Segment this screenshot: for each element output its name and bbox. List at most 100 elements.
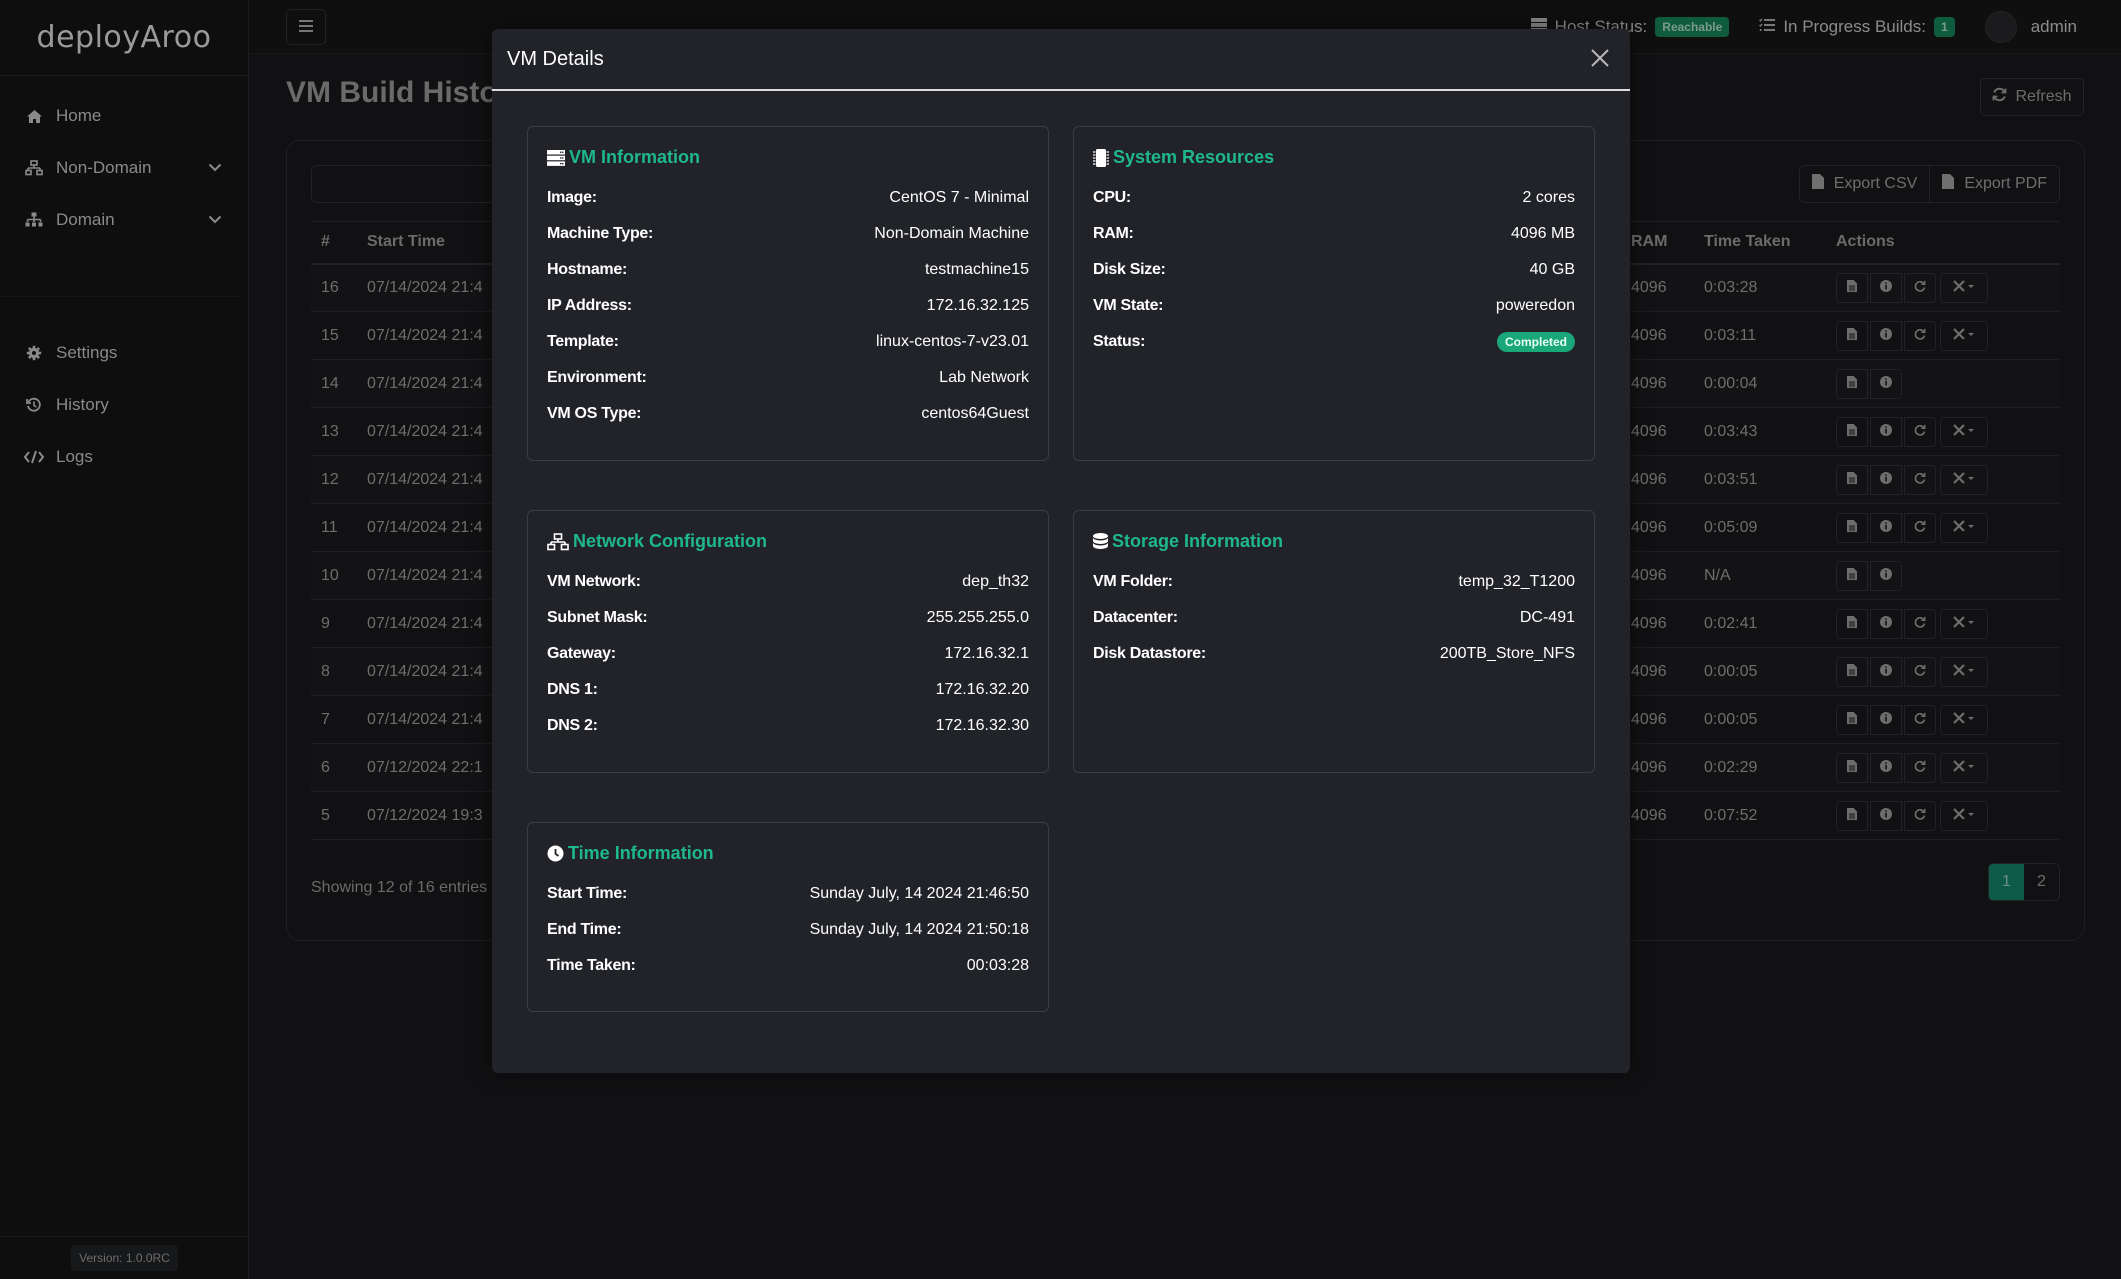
info-button[interactable] (1870, 656, 1902, 687)
detail-label: Environment: (547, 369, 647, 386)
view-log-button[interactable] (1836, 608, 1868, 639)
pdf-file-icon (1942, 174, 1955, 194)
tools-dropdown-button[interactable] (1940, 320, 1988, 351)
info-button[interactable] (1870, 800, 1902, 831)
info-button[interactable] (1870, 272, 1902, 303)
view-log-button[interactable] (1836, 416, 1868, 447)
info-icon (1880, 568, 1892, 583)
page-2-button[interactable]: 2 (2024, 864, 2059, 900)
detail-value: 00:03:28 (966, 957, 1029, 974)
view-log-button[interactable] (1836, 368, 1868, 399)
detail-label: CPU: (1093, 189, 1131, 206)
info-button[interactable] (1870, 560, 1902, 591)
time-rows: Start Time: Sunday July, 14 2024 21:46:50… (547, 876, 1029, 984)
card-title: System Resources (1093, 147, 1575, 168)
menu-toggle-button[interactable] (286, 9, 326, 45)
view-log-icon (1847, 280, 1857, 295)
detail-value: centos64Guest (921, 405, 1029, 422)
view-log-icon (1847, 616, 1857, 631)
rebuild-button[interactable] (1904, 512, 1936, 543)
code-icon (24, 450, 44, 464)
info-button[interactable] (1870, 416, 1902, 447)
info-button[interactable] (1870, 320, 1902, 351)
info-button[interactable] (1870, 464, 1902, 495)
cell-time-taken: 0:05:09 (1694, 503, 1826, 552)
tools-dropdown-button[interactable] (1940, 608, 1988, 639)
view-log-button[interactable] (1836, 512, 1868, 543)
tools-dropdown-button[interactable] (1940, 800, 1988, 831)
rebuild-button[interactable] (1904, 800, 1936, 831)
network-icon (547, 532, 569, 551)
hamburger-icon (298, 17, 314, 38)
cell-time-taken: 0:02:41 (1694, 599, 1826, 648)
sidebar-item-logs[interactable]: Logs (0, 431, 248, 483)
rebuild-button[interactable] (1904, 416, 1936, 447)
page-1-button[interactable]: 1 (1989, 864, 2024, 900)
chevron-down-icon[interactable] (208, 161, 222, 175)
info-icon (1880, 616, 1892, 631)
view-log-button[interactable] (1836, 800, 1868, 831)
tools-dropdown-button[interactable] (1940, 656, 1988, 687)
export-csv-button[interactable]: Export CSV (1800, 166, 1930, 202)
sidebar-item-settings[interactable]: Settings (0, 327, 248, 379)
sidebar-item-home[interactable]: Home (0, 90, 248, 142)
view-log-button[interactable] (1836, 704, 1868, 735)
sidebar-item-label: Domain (56, 210, 115, 229)
info-button[interactable] (1870, 704, 1902, 735)
close-button[interactable] (1585, 44, 1615, 74)
chevron-down-icon[interactable] (208, 213, 222, 227)
view-log-button[interactable] (1836, 272, 1868, 303)
time-information-card: Time Information Start Time: Sunday July,… (527, 822, 1049, 1012)
info-icon (1880, 712, 1892, 727)
view-log-button[interactable] (1836, 752, 1868, 783)
rebuild-button[interactable] (1904, 704, 1936, 735)
detail-row: Gateway: 172.16.32.1 (547, 636, 1029, 672)
cell-time-taken: 0:03:43 (1694, 407, 1826, 456)
detail-value: linux-centos-7-v23.01 (876, 333, 1029, 350)
info-button[interactable] (1870, 368, 1902, 399)
rebuild-button[interactable] (1904, 320, 1936, 351)
tools-dropdown-button[interactable] (1940, 272, 1988, 303)
rebuild-button[interactable] (1904, 656, 1936, 687)
card-title-text: Storage Information (1112, 531, 1284, 551)
tools-dropdown-button[interactable] (1940, 464, 1988, 495)
app-root: deployAroo Home Non-Domain Domain Settin… (0, 0, 2121, 1279)
cell-ram: 4096 (1621, 311, 1694, 360)
row-actions (1836, 560, 1902, 591)
rebuild-button[interactable] (1904, 272, 1936, 303)
sidebar-item-non-domain[interactable]: Non-Domain (0, 142, 248, 194)
tools-dropdown-button[interactable] (1940, 416, 1988, 447)
view-log-icon (1847, 808, 1857, 823)
sidebar-item-domain[interactable]: Domain (0, 194, 248, 246)
tools-dropdown-button[interactable] (1940, 752, 1988, 783)
user-menu[interactable]: admin (1984, 11, 2077, 43)
view-log-button[interactable] (1836, 560, 1868, 591)
tools-dropdown-button[interactable] (1940, 512, 1988, 543)
cell-id: 13 (311, 407, 357, 456)
refresh-button[interactable]: Refresh (1980, 78, 2084, 116)
in-progress-builds[interactable]: In Progress Builds: 1 (1759, 17, 1955, 37)
view-log-button[interactable] (1836, 320, 1868, 351)
rebuild-button[interactable] (1904, 608, 1936, 639)
detail-value: 172.16.32.1 (944, 645, 1029, 662)
cell-time-taken: 0:00:05 (1694, 695, 1826, 744)
column-header-ram[interactable]: RAM (1621, 221, 1694, 265)
view-log-button[interactable] (1836, 656, 1868, 687)
logo[interactable]: deployAroo (0, 0, 248, 76)
rebuild-button[interactable] (1904, 752, 1936, 783)
rebuild-icon (1914, 760, 1926, 775)
view-log-button[interactable] (1836, 464, 1868, 495)
cell-id: 12 (311, 455, 357, 504)
tools-dropdown-button[interactable] (1940, 704, 1988, 735)
info-button[interactable] (1870, 512, 1902, 543)
rebuild-button[interactable] (1904, 464, 1936, 495)
column-header-id[interactable]: # (311, 221, 357, 265)
home-icon (24, 109, 44, 124)
export-pdf-button[interactable]: Export PDF (1929, 166, 2059, 202)
column-header-time-taken[interactable]: Time Taken (1694, 221, 1826, 265)
cell-actions (1826, 311, 2060, 360)
info-button[interactable] (1870, 752, 1902, 783)
info-button[interactable] (1870, 608, 1902, 639)
sidebar-item-history[interactable]: History (0, 379, 248, 431)
rebuild-icon (1914, 664, 1926, 679)
